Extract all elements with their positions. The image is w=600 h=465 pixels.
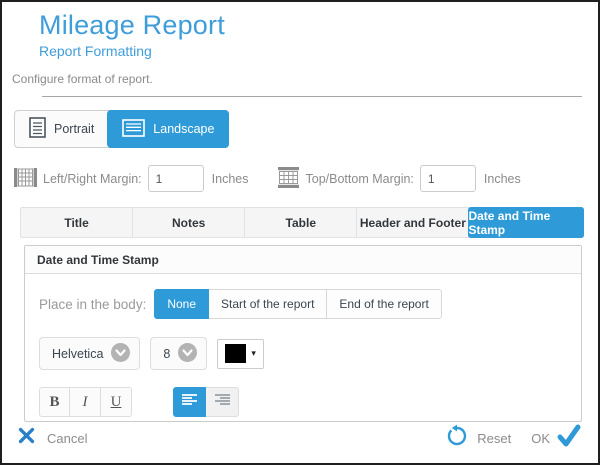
left-right-margin-icon [14,167,37,191]
page-title: Mileage Report [39,10,598,41]
orientation-group: Portrait Landscape [14,110,229,148]
portrait-page-icon [29,117,46,141]
caret-down-icon: ▾ [251,349,256,358]
tab-header-and-footer[interactable]: Header and Footer [357,208,469,237]
font-color-dropdown[interactable]: ▾ [217,339,264,369]
cancel-x-icon [18,427,35,449]
tab-title[interactable]: Title [21,208,133,237]
top-bottom-margin-input[interactable] [420,165,476,192]
place-in-body-label: Place in the body: [39,297,146,312]
left-right-margin-label: Left/Right Margin: [43,172,142,186]
section-tabs: Title Notes Table Header and Footer Date… [20,207,584,238]
footer-right: Reset OK [445,424,582,453]
top-bottom-margin-icon [277,167,300,191]
chevron-down-icon [178,343,197,365]
align-right-button[interactable] [206,387,239,417]
reset-icon [445,424,469,453]
top-bottom-margin-label: Top/Bottom Margin: [306,172,414,186]
landscape-page-icon [122,119,145,140]
cancel-button[interactable]: Cancel [18,427,87,449]
ok-check-icon [556,424,582,453]
ok-label: OK [531,431,550,446]
left-right-margin-input[interactable] [148,165,204,192]
left-right-margin-unit: Inches [212,172,249,186]
place-start-button[interactable]: Start of the report [209,289,327,319]
font-row: Helvetica 8 [39,337,567,370]
landscape-button[interactable]: Landscape [107,110,229,148]
place-options-group: None Start of the report End of the repo… [154,289,441,319]
font-size-value: 8 [163,347,170,361]
place-in-body-row: Place in the body: None Start of the rep… [39,289,567,319]
ok-button[interactable]: OK [511,424,582,453]
align-right-icon [214,393,231,412]
divider [42,96,582,97]
font-size-dropdown[interactable]: 8 [150,337,207,370]
bold-button[interactable]: B [39,387,70,417]
underline-button[interactable]: U [101,387,132,417]
header: Mileage Report Report Formatting [39,10,598,59]
page-description: Configure format of report. [12,72,598,86]
tab-table[interactable]: Table [245,208,357,237]
panel-title: Date and Time Stamp [25,246,581,274]
tab-date-and-time-stamp[interactable]: Date and Time Stamp [468,207,584,238]
text-style-group: B I U [39,387,132,417]
italic-button[interactable]: I [70,387,101,417]
place-none-button[interactable]: None [154,289,209,319]
report-formatting-dialog: Mileage Report Report Formatting Configu… [0,0,600,465]
text-style-row: B I U [39,387,567,417]
chevron-down-icon [111,343,130,365]
align-left-button[interactable] [173,387,206,417]
cancel-label: Cancel [47,431,87,446]
panel-body: Place in the body: None Start of the rep… [25,274,581,417]
page-subtitle: Report Formatting [39,43,598,59]
reset-button[interactable]: Reset [445,424,511,453]
color-swatch [225,344,246,363]
align-left-icon [181,393,198,412]
landscape-label: Landscape [153,122,214,136]
margins-row: Left/Right Margin: Inches Top/Bottom Mar… [14,165,598,192]
portrait-button[interactable]: Portrait [15,111,108,147]
top-bottom-margin-unit: Inches [484,172,521,186]
place-end-button[interactable]: End of the report [327,289,441,319]
font-family-dropdown[interactable]: Helvetica [39,337,140,370]
reset-label: Reset [477,431,511,446]
footer-bar: Cancel Reset OK [2,423,598,453]
portrait-label: Portrait [54,122,94,136]
tab-notes[interactable]: Notes [133,208,245,237]
alignment-group [173,387,239,417]
font-family-value: Helvetica [52,347,103,361]
date-time-stamp-panel: Date and Time Stamp Place in the body: N… [24,245,582,422]
